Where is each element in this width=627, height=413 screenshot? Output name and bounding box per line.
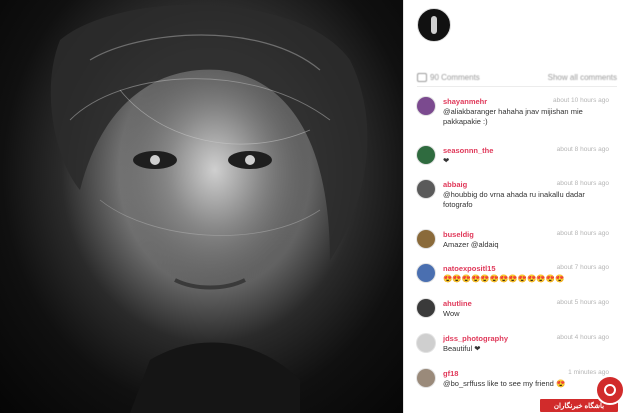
commenter-avatar[interactable] [417,264,435,282]
comment-timestamp: about 8 hours ago [556,180,609,187]
commenter-username[interactable]: jdss_photography [443,334,508,343]
commenter-avatar[interactable] [417,299,435,317]
commenter-avatar[interactable] [417,230,435,248]
comment-timestamp: about 8 hours ago [556,146,609,153]
commenter-username[interactable]: ahutline [443,299,472,308]
commenter-avatar[interactable] [417,97,435,115]
post-photo [0,0,403,413]
comment-item: jdss_photography about 4 hours ago Beaut… [417,334,617,366]
commenter-username[interactable]: shayanmehr [443,97,487,106]
comment-text: 😍😍😍😍😍😍😍😍😍😍😍😍😍 [443,274,565,283]
comment-item: seasonnn_the about 8 hours ago ❤ [417,146,617,178]
comment-item: abbaig about 8 hours ago @houbbig do vrn… [417,180,617,212]
comment-timestamp: about 8 hours ago [556,230,609,237]
comment-timestamp: about 4 hours ago [556,334,609,341]
commenter-avatar[interactable] [417,369,435,387]
commenter-username[interactable]: gf18 [443,369,458,378]
source-logo-icon [595,375,625,405]
post-author-avatar[interactable] [417,8,451,42]
commenter-username[interactable]: buseldig [443,230,474,239]
commenter-avatar[interactable] [417,334,435,352]
comments-header: 90 Comments Show all comments [417,70,617,84]
comment-text: Beautiful ❤ [443,344,481,353]
source-badge: باشگاه خبرنگاران [540,375,627,413]
comment-item: buseldig about 8 hours ago Amazer @aldai… [417,230,617,262]
show-all-comments-link[interactable]: Show all comments [548,73,617,82]
comment-text: @aliakbaranger hahaha jnav mijishan mie … [443,107,583,126]
comments-count: 90 Comments [430,72,480,82]
comment-timestamp: about 10 hours ago [552,97,609,104]
comment-timestamp: about 5 hours ago [556,299,609,306]
comment-item: ahutline about 5 hours ago Wow [417,299,617,331]
comment-item: natoexpositl15 about 7 hours ago 😍😍😍😍😍😍😍… [417,264,617,296]
comment-timestamp: about 7 hours ago [556,264,609,271]
portrait-photo [50,4,368,413]
comment-icon [417,72,427,82]
commenter-username[interactable]: abbaig [443,180,467,189]
comment-item: shayanmehr about 10 hours ago @aliakbara… [417,97,617,129]
commenter-username[interactable]: seasonnn_the [443,146,493,155]
comment-text: Amazer @aldaiq [443,240,499,249]
commenter-username[interactable]: natoexpositl15 [443,264,496,273]
comment-text: @houbbig do vrna ahada ru inakallu dadar… [443,190,585,209]
comments-divider [417,86,617,87]
commenter-avatar[interactable] [417,146,435,164]
commenter-avatar[interactable] [417,180,435,198]
comment-text: Wow [443,309,460,318]
comment-text: ❤ [443,156,450,165]
